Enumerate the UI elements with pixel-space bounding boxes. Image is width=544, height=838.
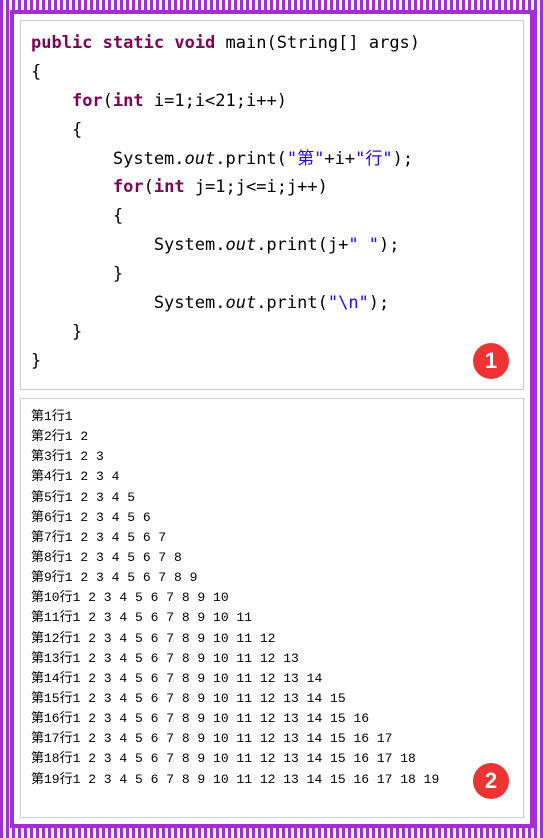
code-token: for [113,177,144,197]
code-token: { [31,206,123,226]
code-token: ( [144,177,154,197]
code-token: { [31,120,82,140]
output-row: 第8行1 2 3 4 5 6 7 8 [31,548,513,568]
code-token: } [31,351,41,371]
code-token: out [225,235,256,255]
output-row: 第6行1 2 3 4 5 6 [31,508,513,528]
code-token: "行" [355,149,392,169]
code-token: i=1;i<21;i++) [144,91,287,111]
code-token [31,177,113,197]
code-token: { [31,62,41,82]
code-token: .print( [215,149,287,169]
code-token: int [113,91,144,111]
code-token: ); [369,293,389,313]
output-row: 第11行1 2 3 4 5 6 7 8 9 10 11 [31,608,513,628]
code-token: } [31,264,123,284]
code-token: out [185,149,216,169]
output-row: 第17行1 2 3 4 5 6 7 8 9 10 11 12 13 14 15 … [31,729,513,749]
output-row: 第9行1 2 3 4 5 6 7 8 9 [31,568,513,588]
output-row: 第5行1 2 3 4 5 [31,488,513,508]
output-row: 第1行1 [31,407,513,427]
code-token: main [226,33,267,53]
badge-1: 1 [473,343,509,379]
code-token: System. [31,235,225,255]
code-token: out [225,293,256,313]
code-token: System. [31,293,225,313]
code-token: int [154,177,185,197]
code-token [31,91,72,111]
output-row: 第12行1 2 3 4 5 6 7 8 9 10 11 12 [31,629,513,649]
output-row: 第2行1 2 [31,427,513,447]
code-token: j=1;j<=i;j++) [185,177,328,197]
code-token: .print(j+ [256,235,348,255]
code-panel: public static void main(String[] args) {… [20,20,524,390]
output-row: 第13行1 2 3 4 5 6 7 8 9 10 11 12 13 [31,649,513,669]
code-token [215,33,225,53]
output-row: 第18行1 2 3 4 5 6 7 8 9 10 11 12 13 14 15 … [31,749,513,769]
badge-2: 2 [473,763,509,799]
output-row: 第10行1 2 3 4 5 6 7 8 9 10 [31,588,513,608]
code-token: ); [393,149,413,169]
output-row: 第14行1 2 3 4 5 6 7 8 9 10 11 12 13 14 [31,669,513,689]
code-token: "\n" [328,293,369,313]
code-token: } [31,322,82,342]
code-token [164,33,174,53]
output-row: 第15行1 2 3 4 5 6 7 8 9 10 11 12 13 14 15 [31,689,513,709]
code-token: System. [31,149,185,169]
code-token: ( [103,91,113,111]
code-token: (String[] args) [267,33,421,53]
output-row: 第7行1 2 3 4 5 6 7 [31,528,513,548]
code-block: public static void main(String[] args) {… [31,29,513,376]
code-token [92,33,102,53]
output-row: 第4行1 2 3 4 [31,467,513,487]
code-token: public [31,33,92,53]
output-block: 第1行1第2行1 2第3行1 2 3第4行1 2 3 4第5行1 2 3 4 5… [31,407,513,790]
code-token: for [72,91,103,111]
code-token: void [174,33,215,53]
code-token: +i+ [324,149,355,169]
code-token: ); [379,235,399,255]
code-token: static [103,33,164,53]
output-panel: 第1行1第2行1 2第3行1 2 3第4行1 2 3 4第5行1 2 3 4 5… [20,398,524,818]
code-token: " " [348,235,379,255]
code-token: .print( [256,293,328,313]
output-row: 第19行1 2 3 4 5 6 7 8 9 10 11 12 13 14 15 … [31,770,513,790]
code-token: "第" [287,149,324,169]
output-row: 第16行1 2 3 4 5 6 7 8 9 10 11 12 13 14 15 … [31,709,513,729]
output-row: 第3行1 2 3 [31,447,513,467]
page-frame: public static void main(String[] args) {… [10,10,534,828]
